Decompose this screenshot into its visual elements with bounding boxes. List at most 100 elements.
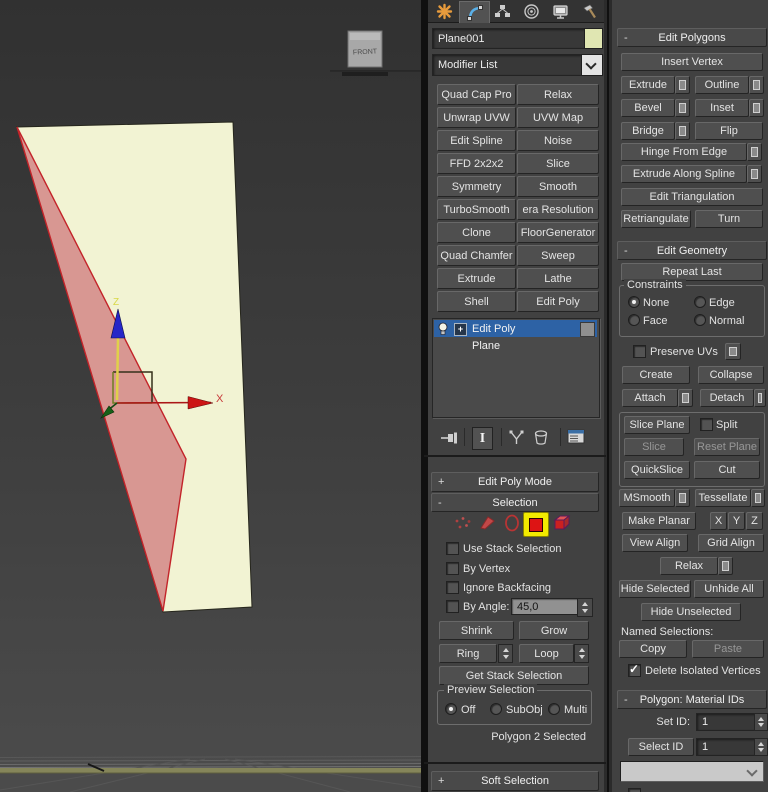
- relax-settings-button[interactable]: [718, 557, 733, 575]
- modifier-list-dropdown-arrow[interactable]: [581, 54, 603, 76]
- object-color-swatch[interactable]: [584, 28, 603, 49]
- by-angle-input[interactable]: 45,0: [511, 598, 581, 615]
- outline-settings-button[interactable]: [749, 76, 764, 94]
- make-planar-x-button[interactable]: X: [710, 512, 727, 530]
- polygon-mode-icon[interactable]: [523, 512, 549, 537]
- spinner-up-icon[interactable]: [578, 648, 585, 652]
- msmooth-settings-button[interactable]: [675, 489, 690, 507]
- edit-triangulation-button[interactable]: Edit Triangulation: [621, 188, 763, 206]
- hinge-from-edge-button[interactable]: Hinge From Edge: [621, 143, 747, 161]
- make-unique-icon[interactable]: [508, 430, 525, 446]
- rollout-selection[interactable]: - Selection: [431, 493, 599, 512]
- extrude-settings-button[interactable]: [675, 76, 690, 94]
- extrude-along-spline-button[interactable]: Extrude Along Spline: [621, 165, 747, 183]
- make-planar-button[interactable]: Make Planar: [622, 512, 696, 530]
- delete-isolated-vertices-checkbox[interactable]: [628, 662, 641, 677]
- turn-button[interactable]: Turn: [695, 210, 763, 228]
- modbtn-quad-chamfer[interactable]: Quad Chamfer: [437, 245, 516, 266]
- spinner-up-icon[interactable]: [582, 602, 588, 606]
- modbtn-uvw-map[interactable]: UVW Map: [517, 107, 599, 128]
- loop-spinner[interactable]: [574, 644, 589, 663]
- shrink-button[interactable]: Shrink: [439, 621, 514, 640]
- gizmo-z-shaft[interactable]: [115, 337, 120, 401]
- modbtn-extrude[interactable]: Extrude: [437, 268, 516, 289]
- spinner-down-icon[interactable]: [578, 655, 585, 659]
- select-id-button[interactable]: Select ID: [628, 738, 694, 756]
- modbtn-noise[interactable]: Noise: [517, 130, 599, 151]
- spinner-up-icon[interactable]: [758, 741, 764, 746]
- preserve-uvs-settings-button[interactable]: [725, 343, 741, 360]
- collapse-button[interactable]: Collapse: [698, 366, 764, 384]
- set-id-input[interactable]: 1: [696, 713, 759, 731]
- tab-utilities[interactable]: [575, 1, 604, 22]
- remove-modifier-icon[interactable]: [534, 430, 548, 446]
- flip-button[interactable]: Flip: [695, 122, 763, 140]
- by-vertex-checkbox[interactable]: [446, 562, 459, 575]
- detach-button[interactable]: Detach: [700, 389, 754, 407]
- modbtn-shell[interactable]: Shell: [437, 291, 516, 312]
- clear-selection-checkbox-partial[interactable]: [628, 788, 641, 792]
- spinner-down-icon[interactable]: [582, 609, 588, 613]
- ring-spinner[interactable]: [498, 644, 513, 663]
- material-name-dropdown[interactable]: [620, 761, 764, 782]
- bridge-button[interactable]: Bridge: [621, 122, 675, 140]
- constraint-edge-radio[interactable]: [694, 296, 706, 308]
- set-id-spinner[interactable]: [754, 713, 768, 731]
- rollout-edit-geometry[interactable]: - Edit Geometry: [617, 241, 767, 260]
- modbtn-clone[interactable]: Clone: [437, 222, 516, 243]
- extrude-along-spline-settings-button[interactable]: [747, 165, 762, 183]
- spinner-down-icon[interactable]: [758, 723, 764, 728]
- copy-button[interactable]: Copy: [619, 640, 687, 658]
- modbtn-slice[interactable]: Slice: [517, 153, 599, 174]
- attach-button[interactable]: Attach: [622, 389, 678, 407]
- quickslice-button[interactable]: QuickSlice: [624, 461, 690, 479]
- by-angle-checkbox[interactable]: [446, 600, 459, 613]
- hide-selected-button[interactable]: Hide Selected: [619, 580, 691, 598]
- select-id-input[interactable]: 1: [696, 738, 759, 756]
- inset-settings-button[interactable]: [749, 99, 764, 117]
- msmooth-button[interactable]: MSmooth: [619, 489, 675, 507]
- front-box-object[interactable]: FRONT: [330, 30, 423, 76]
- tab-motion[interactable]: [517, 1, 546, 22]
- bevel-button[interactable]: Bevel: [621, 99, 675, 117]
- modbtn-quad-cap-pro[interactable]: Quad Cap Pro: [437, 84, 516, 105]
- stack-expand-icon[interactable]: +: [454, 323, 467, 336]
- modbtn-lathe[interactable]: Lathe: [517, 268, 599, 289]
- split-checkbox[interactable]: [700, 418, 713, 431]
- constraint-none-radio[interactable]: [628, 296, 640, 308]
- bridge-settings-button[interactable]: [675, 122, 690, 140]
- constraint-normal-radio[interactable]: [694, 314, 706, 326]
- use-stack-selection-checkbox[interactable]: [446, 542, 459, 555]
- edge-mode-icon[interactable]: [479, 514, 497, 532]
- ignore-backfacing-checkbox[interactable]: [446, 581, 459, 594]
- grid-align-button[interactable]: Grid Align: [698, 534, 764, 552]
- spinner-up-icon[interactable]: [502, 648, 509, 652]
- modbtn-ffd-2x2x2[interactable]: FFD 2x2x2: [437, 153, 516, 174]
- slice-plane-button[interactable]: Slice Plane: [624, 416, 690, 434]
- retriangulate-button[interactable]: Retriangulate: [621, 210, 691, 228]
- rollout-material-ids[interactable]: - Polygon: Material IDs: [617, 690, 767, 709]
- modbtn-sweep[interactable]: Sweep: [517, 245, 599, 266]
- unhide-all-button[interactable]: Unhide All: [694, 580, 764, 598]
- reset-plane-button[interactable]: Reset Plane: [694, 438, 760, 456]
- modbtn-unwrap-uvw[interactable]: Unwrap UVW: [437, 107, 516, 128]
- create-button[interactable]: Create: [622, 366, 690, 384]
- modbtn-relax[interactable]: Relax: [517, 84, 599, 105]
- outline-button[interactable]: Outline: [695, 76, 749, 94]
- detach-settings-button[interactable]: [754, 389, 766, 407]
- stack-item-edit-poly[interactable]: + Edit Poly: [434, 320, 597, 337]
- constraint-face-radio[interactable]: [628, 314, 640, 326]
- rollout-soft-selection[interactable]: + Soft Selection: [431, 771, 599, 791]
- make-planar-y-button[interactable]: Y: [728, 512, 745, 530]
- modbtn-camera-resolution[interactable]: era Resolution: [517, 199, 599, 220]
- tessellate-settings-button[interactable]: [751, 489, 765, 507]
- by-angle-spinner[interactable]: [577, 598, 593, 617]
- lightbulb-icon[interactable]: [437, 322, 449, 336]
- modbtn-edit-poly[interactable]: Edit Poly: [517, 291, 599, 312]
- tab-create[interactable]: [430, 1, 459, 22]
- modifier-list-dropdown[interactable]: Modifier List: [432, 54, 588, 76]
- make-planar-z-button[interactable]: Z: [746, 512, 763, 530]
- tessellate-button[interactable]: Tessellate: [695, 489, 751, 507]
- slice-button[interactable]: Slice: [624, 438, 684, 456]
- tab-display[interactable]: [546, 1, 575, 22]
